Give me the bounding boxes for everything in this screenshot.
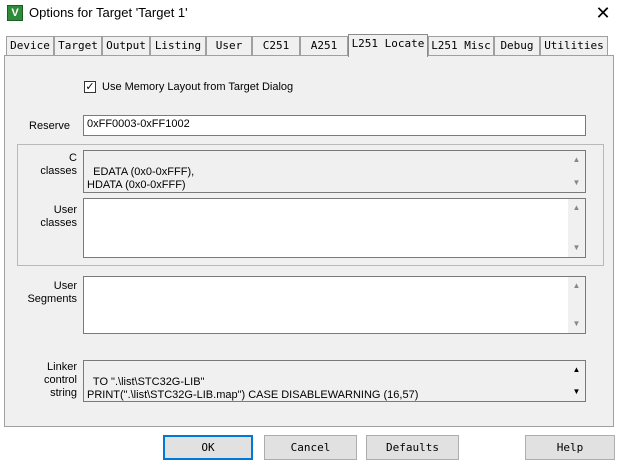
- user-segments-textarea[interactable]: ▲ ▼: [83, 276, 586, 334]
- linker-control-textarea[interactable]: TO ".\list\STC32G-LIB" PRINT(".\list\STC…: [83, 360, 586, 402]
- reserve-input[interactable]: 0xFF0003-0xFF1002: [83, 115, 586, 136]
- user-segments-label-line1: User: [53, 280, 77, 292]
- user-classes-textarea[interactable]: ▲ ▼: [83, 198, 586, 258]
- use-memory-layout-label: Use Memory Layout from Target Dialog: [102, 81, 294, 93]
- uvision-logo-icon: V: [7, 5, 23, 21]
- user-segments-scrollbar[interactable]: ▲ ▼: [568, 277, 585, 333]
- scroll-down-icon[interactable]: ▼: [568, 385, 585, 399]
- tab-a251[interactable]: A251: [300, 36, 348, 55]
- tab-output[interactable]: Output: [102, 36, 150, 55]
- c-classes-text: EDATA (0x0-0xFFF), HDATA (0x0-0xFFF): [87, 166, 195, 191]
- scroll-down-icon[interactable]: ▼: [568, 317, 585, 331]
- close-icon[interactable]: ✕: [586, 0, 620, 28]
- tab-l251-misc[interactable]: L251 Misc: [428, 36, 494, 55]
- tab-c251[interactable]: C251: [252, 36, 300, 55]
- linker-control-label: Linker control string: [20, 361, 77, 400]
- tab-listing[interactable]: Listing: [150, 36, 206, 55]
- tab-device[interactable]: Device: [6, 36, 54, 55]
- c-classes-textarea[interactable]: EDATA (0x0-0xFFF), HDATA (0x0-0xFFF) ▲ ▼: [83, 150, 586, 193]
- defaults-button[interactable]: Defaults: [366, 435, 459, 460]
- scroll-up-icon[interactable]: ▲: [568, 363, 585, 377]
- tab-strip: Device Target Output Listing User C251 A…: [0, 34, 620, 57]
- linker-control-label-line3: string: [50, 387, 77, 399]
- tab-utilities[interactable]: Utilities: [540, 36, 608, 55]
- cancel-button[interactable]: Cancel: [264, 435, 357, 460]
- user-classes-scrollbar[interactable]: ▲ ▼: [568, 199, 585, 257]
- linker-control-scrollbar[interactable]: ▲ ▼: [568, 361, 585, 401]
- c-classes-scrollbar[interactable]: ▲ ▼: [568, 151, 585, 192]
- help-button[interactable]: Help: [525, 435, 615, 460]
- user-segments-label: User Segments: [20, 280, 77, 306]
- reserve-label: Reserve: [29, 120, 70, 132]
- scroll-up-icon[interactable]: ▲: [568, 201, 585, 215]
- tab-target[interactable]: Target: [54, 36, 102, 55]
- scroll-up-icon[interactable]: ▲: [568, 279, 585, 293]
- tab-debug[interactable]: Debug: [494, 36, 540, 55]
- user-segments-label-line2: Segments: [27, 293, 77, 305]
- tab-l251-locate[interactable]: L251 Locate: [348, 34, 428, 57]
- c-classes-label: C classes: [20, 152, 77, 178]
- scroll-up-icon[interactable]: ▲: [568, 153, 585, 167]
- user-classes-label: User classes: [20, 204, 77, 230]
- title-bar: V Options for Target 'Target 1' ✕: [0, 0, 620, 28]
- user-classes-label-line2: classes: [40, 217, 77, 229]
- window-title: Options for Target 'Target 1': [29, 5, 188, 20]
- scroll-down-icon[interactable]: ▼: [568, 176, 585, 190]
- linker-control-text: TO ".\list\STC32G-LIB" PRINT(".\list\STC…: [87, 376, 419, 401]
- ok-button[interactable]: OK: [163, 435, 253, 460]
- c-classes-label-line2: classes: [40, 165, 77, 177]
- c-classes-label-line1: C: [69, 152, 77, 164]
- tab-user[interactable]: User: [206, 36, 252, 55]
- user-classes-label-line1: User: [53, 204, 77, 216]
- scroll-down-icon[interactable]: ▼: [568, 241, 585, 255]
- linker-control-label-line1: Linker: [47, 361, 77, 373]
- use-memory-layout-checkbox[interactable]: ✓: [84, 81, 96, 93]
- linker-control-label-line2: control: [43, 374, 77, 386]
